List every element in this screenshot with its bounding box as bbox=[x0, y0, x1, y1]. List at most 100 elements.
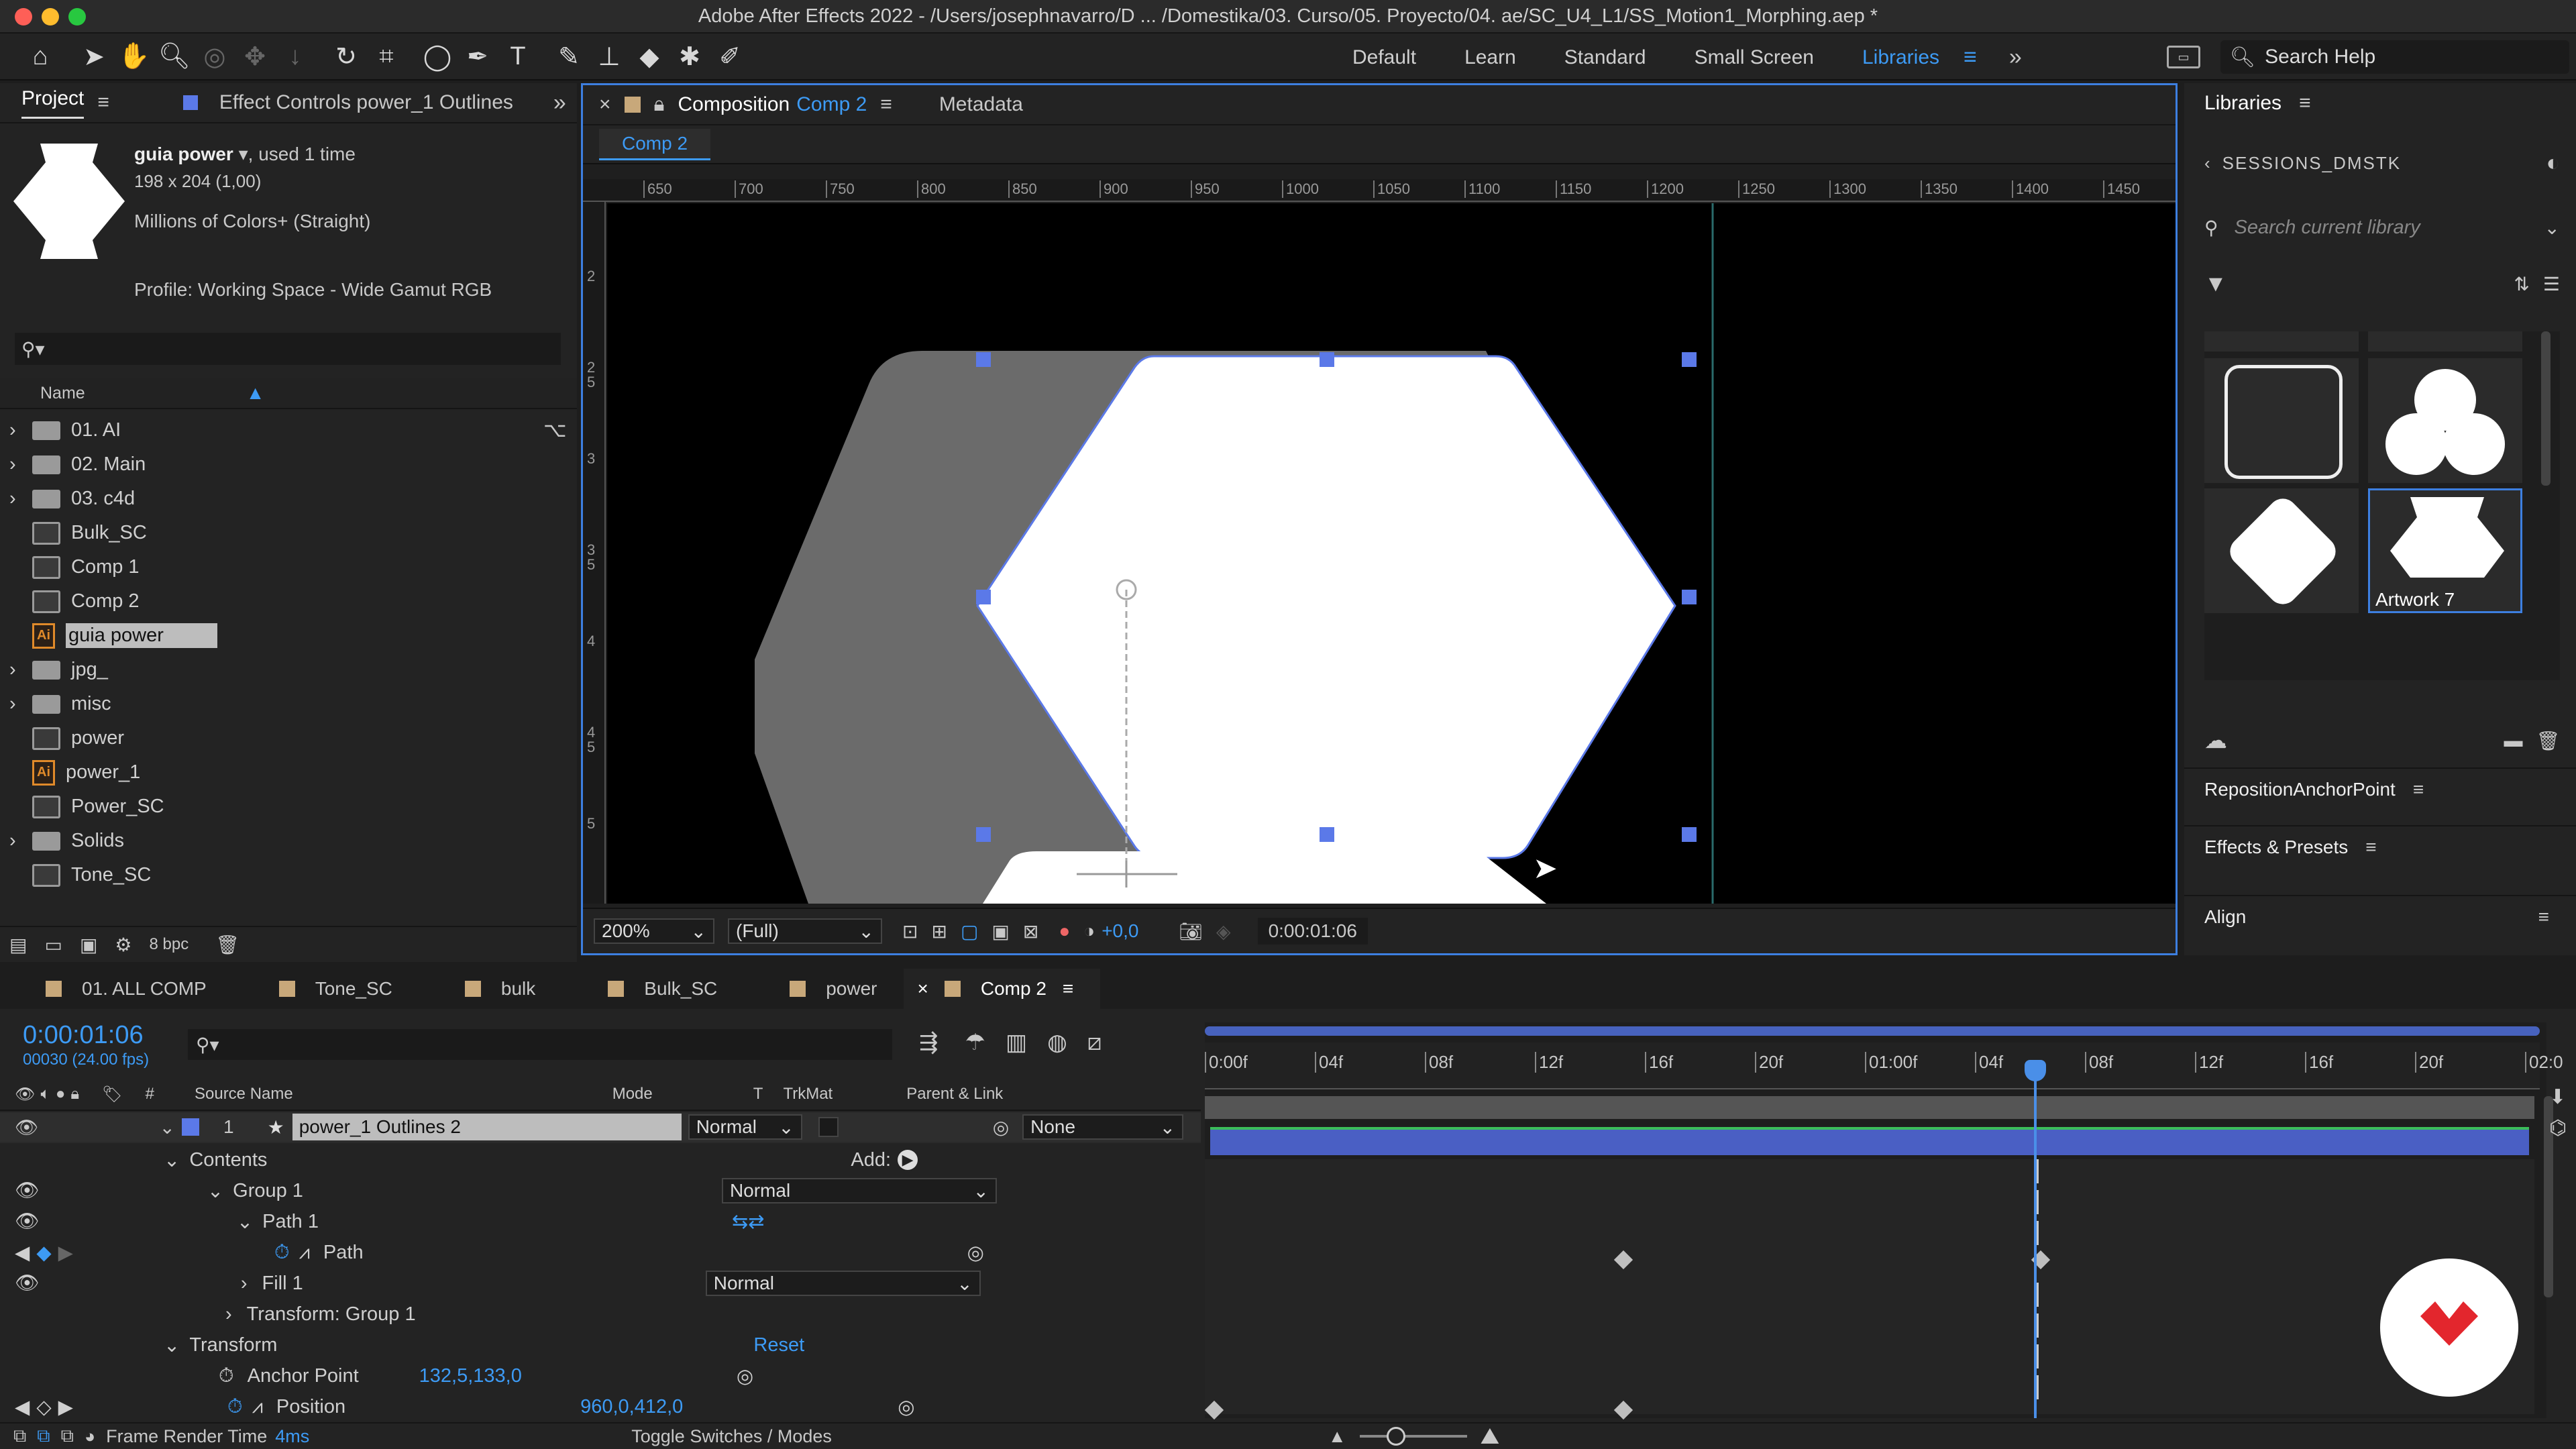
library-search-input[interactable]: Search current library bbox=[2235, 217, 2420, 239]
transform-group[interactable]: Transform bbox=[189, 1334, 277, 1356]
project-item[interactable]: Bulk_SC bbox=[0, 516, 543, 550]
frame-blending-icon[interactable]: ◍ bbox=[1047, 1029, 1067, 1056]
project-menu-icon[interactable]: ≡ bbox=[97, 91, 109, 114]
mask-visibility-icon[interactable]: ▢ bbox=[961, 920, 978, 943]
collaborate-icon[interactable]: ◐ bbox=[2546, 150, 2560, 176]
project-item[interactable]: › misc bbox=[0, 687, 543, 721]
path-property[interactable]: Path bbox=[323, 1242, 364, 1264]
prev-keyframe-icon[interactable]: ◀ bbox=[15, 1241, 30, 1265]
color-depth[interactable]: 8 bpc bbox=[150, 935, 189, 954]
graph-editor-icon[interactable]: ⧄ bbox=[1087, 1030, 1102, 1056]
fast-previews-icon[interactable]: ⊡ bbox=[902, 920, 918, 943]
new-folder-icon[interactable]: ▬ bbox=[2504, 730, 2522, 751]
ellipse-tool-icon[interactable]: ◯ bbox=[417, 36, 458, 76]
timeline-menu-icon[interactable]: ≡ bbox=[1063, 978, 1073, 1000]
puppet-tool-icon[interactable]: ✐ bbox=[710, 36, 750, 76]
project-item[interactable]: › 02. Main bbox=[0, 447, 543, 482]
comp-breadcrumb[interactable]: Comp 2 bbox=[599, 128, 711, 160]
work-area-bar[interactable] bbox=[1205, 1026, 2540, 1036]
tab-metadata[interactable]: Metadata bbox=[939, 93, 1023, 116]
expand-in-out-icon[interactable]: ⧉ bbox=[61, 1426, 74, 1447]
graph-icon[interactable]: ⩘ bbox=[252, 1396, 263, 1418]
composition-tab-name[interactable]: Comp 2 bbox=[796, 93, 867, 116]
zoom-dropdown[interactable]: 200% ⌄ bbox=[594, 918, 714, 944]
expand-chevron-icon[interactable]: › bbox=[0, 419, 32, 441]
comp-markers-icon[interactable]: ⬇ bbox=[2549, 1085, 2566, 1109]
pen-tool-icon[interactable]: ✒ bbox=[458, 36, 498, 76]
panel-menu-icon[interactable]: ≡ bbox=[2538, 906, 2549, 928]
bbox-handle[interactable] bbox=[976, 827, 991, 842]
pickwhip-icon[interactable]: ◎ bbox=[993, 1116, 1009, 1138]
name-column-header[interactable]: Name bbox=[40, 384, 85, 403]
shy-layers-icon[interactable]: ▥ bbox=[1006, 1029, 1027, 1056]
current-time-display[interactable]: 0:00:01:06 bbox=[1257, 918, 1368, 945]
workspace-libraries[interactable]: Libraries bbox=[1838, 46, 1964, 69]
shape-artwork[interactable] bbox=[607, 203, 2176, 904]
brush-tool-icon[interactable]: ✎ bbox=[549, 36, 589, 76]
zoom-in-icon[interactable]: ⛰ bbox=[1481, 1424, 1500, 1449]
layer-duration-bar[interactable] bbox=[1210, 1127, 2529, 1155]
show-snapshot-icon[interactable]: ◈ bbox=[1216, 920, 1231, 943]
project-settings-icon[interactable]: ⚙ bbox=[115, 934, 131, 956]
timeline-tab[interactable]: × Comp 2 ≡ bbox=[904, 969, 1101, 1009]
transform-group-1[interactable]: Transform: Group 1 bbox=[247, 1303, 416, 1326]
exposure-value[interactable]: +0,0 bbox=[1102, 920, 1138, 942]
work-area[interactable] bbox=[1205, 1096, 2534, 1119]
libraries-menu-icon[interactable]: ≡ bbox=[2299, 92, 2311, 115]
add-keyframe-icon[interactable]: ◆ bbox=[36, 1241, 51, 1265]
guides-icon[interactable]: ⊠ bbox=[1023, 920, 1038, 943]
path-1[interactable]: Path 1 bbox=[262, 1211, 319, 1233]
timeline-search-input[interactable]: ⚲▾ bbox=[188, 1029, 892, 1060]
project-item[interactable]: › Solids bbox=[0, 824, 543, 858]
position-keyframe[interactable] bbox=[1613, 1400, 1633, 1420]
rotation-tool-icon[interactable]: ↻ bbox=[326, 36, 366, 76]
prev-keyframe-icon[interactable]: ◀ bbox=[15, 1395, 30, 1419]
zoom-tool-icon[interactable]: 🔍︎ bbox=[154, 36, 195, 76]
library-asset[interactable] bbox=[2204, 331, 2359, 352]
workspace-menu-icon[interactable]: ≡ bbox=[1964, 44, 1977, 70]
anchor-point-value[interactable]: 132,5,133,0 bbox=[419, 1365, 522, 1387]
bbox-handle[interactable] bbox=[1682, 352, 1697, 367]
project-item[interactable]: Comp 1 bbox=[0, 550, 543, 584]
reset-exposure-icon[interactable]: ◑ bbox=[1083, 920, 1095, 942]
timeline-graph[interactable]: 0:00f 04f 08f 12f 16f 20f 01:00f 04f 08f 12f 16f 20… bbox=[1204, 1022, 2563, 1420]
graph-icon[interactable]: ⩘ bbox=[299, 1242, 310, 1264]
expand-chevron-icon[interactable]: › bbox=[0, 830, 32, 852]
project-item[interactable]: › 03. c4d bbox=[0, 482, 543, 516]
project-item[interactable]: Tone_SC bbox=[0, 858, 543, 892]
new-comp-icon[interactable]: ▣ bbox=[80, 934, 97, 956]
expand-chevron-icon[interactable]: ⌄ bbox=[160, 1116, 175, 1138]
playhead-icon[interactable] bbox=[2025, 1060, 2046, 1081]
layer-mode-dropdown[interactable]: Normal ⌄ bbox=[688, 1114, 802, 1140]
position-value[interactable]: 960,0,412,0 bbox=[580, 1396, 683, 1418]
path-direction-icon[interactable]: ⇆⇄ bbox=[732, 1210, 765, 1234]
comp-viewer[interactable]: ➤ bbox=[607, 203, 2176, 904]
current-time-indicator[interactable] bbox=[2034, 1065, 2037, 1418]
stopwatch-icon[interactable]: ⏱ bbox=[219, 1365, 234, 1387]
project-item[interactable]: › jpg_ bbox=[0, 653, 543, 687]
draft-3d-icon[interactable]: ☂ bbox=[965, 1029, 985, 1056]
timeline-zoom-slider[interactable] bbox=[1359, 1427, 1467, 1446]
render-time-icon[interactable]: ◕ bbox=[85, 1426, 95, 1447]
preserve-transparency-checkbox[interactable] bbox=[818, 1117, 839, 1137]
interpret-footage-icon[interactable]: ▤ bbox=[9, 934, 27, 956]
eye-icon[interactable]: 👁︎ bbox=[15, 1210, 40, 1233]
eye-icon[interactable]: 👁︎ bbox=[15, 1116, 39, 1138]
timeline-timecode[interactable]: 0:00:01:06 bbox=[23, 1021, 144, 1050]
panel-menu-icon[interactable]: ≡ bbox=[2413, 779, 2424, 800]
bbox-handle[interactable] bbox=[1320, 827, 1334, 842]
panel-menu-icon[interactable]: ≡ bbox=[2365, 837, 2376, 858]
zoom-out-icon[interactable]: ▲ bbox=[1328, 1426, 1346, 1447]
project-item[interactable]: Ai power_1 bbox=[0, 755, 543, 790]
timeline-tab[interactable]: Bulk_SC bbox=[562, 969, 744, 1009]
add-property-icon[interactable]: ▶ bbox=[898, 1150, 918, 1170]
more-workspaces-icon[interactable]: » bbox=[2009, 44, 2022, 70]
hand-tool-icon[interactable]: ✋ bbox=[114, 36, 154, 76]
reposition-anchor-panel[interactable]: RepositionAnchorPoint bbox=[2204, 779, 2396, 800]
back-chevron-icon[interactable]: ‹ bbox=[2204, 153, 2210, 174]
bbox-handle[interactable] bbox=[1682, 827, 1697, 842]
region-of-interest-icon[interactable]: ▣ bbox=[991, 920, 1009, 943]
expand-chevron-icon[interactable]: ⌄ bbox=[164, 1334, 180, 1357]
timeline-tab[interactable]: Tone_SC bbox=[233, 969, 419, 1009]
roto-brush-icon[interactable]: ✱ bbox=[669, 36, 710, 76]
